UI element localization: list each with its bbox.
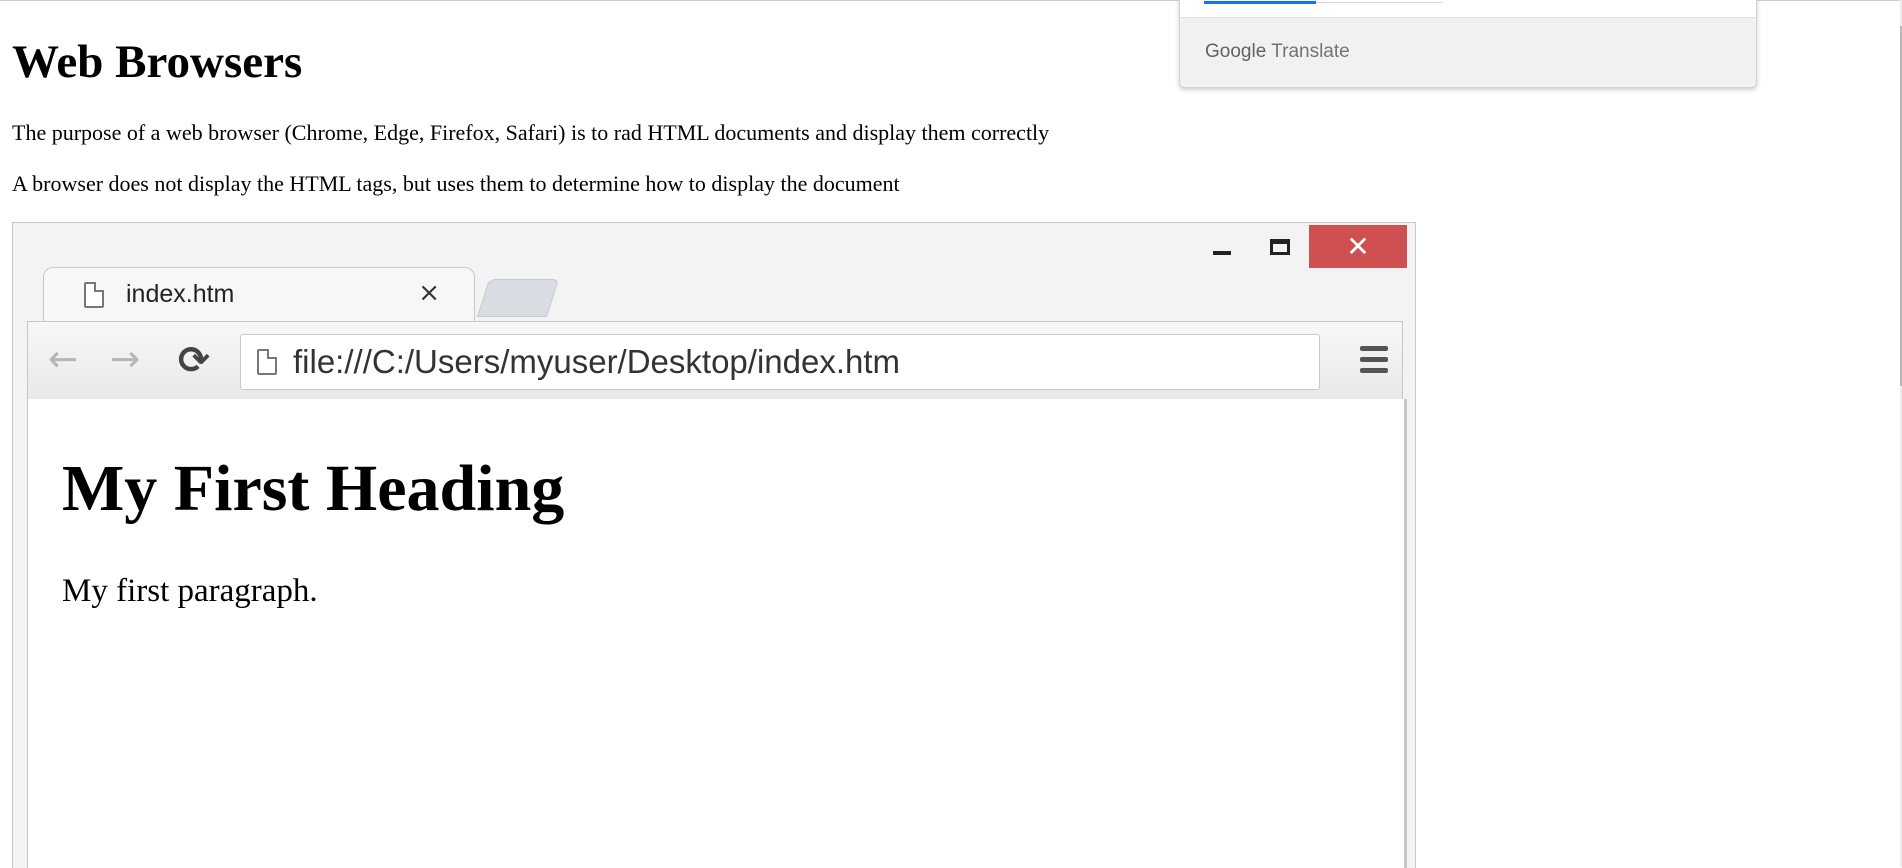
tab-close-icon: × — [418, 278, 440, 308]
translate-tabs — [1180, 0, 1756, 18]
brand-translate: Translate — [1271, 41, 1350, 62]
browser-tab: index.htm × — [43, 267, 475, 324]
forward-arrow-icon: → — [110, 339, 141, 380]
google-translate-widget[interactable]: Google Translate — [1179, 0, 1757, 88]
new-tab-button — [476, 279, 560, 317]
intro-paragraph: The purpose of a web browser (Chrome, Ed… — [12, 120, 1050, 145]
maximize-icon — [1251, 225, 1309, 268]
tab-label: index.htm — [126, 280, 235, 308]
browser-illustration: ✕ index.htm × ← → ⟳ file:///C:/Users/myu… — [12, 222, 1416, 868]
menu-icon — [1360, 346, 1388, 379]
reload-icon: ⟳ — [178, 338, 210, 382]
page-title: Web Browsers — [12, 36, 303, 88]
back-arrow-icon: ← — [48, 339, 79, 380]
brand-google: Google — [1205, 41, 1267, 62]
content-paragraph: My first paragraph. — [62, 573, 318, 609]
window-controls: ✕ — [1193, 225, 1407, 268]
translate-tab-inactive[interactable] — [1316, 2, 1442, 3]
browser-toolbar: ← → ⟳ file:///C:/Users/myuser/Desktop/in… — [27, 321, 1403, 401]
minimize-icon — [1193, 225, 1251, 268]
translate-tab-active[interactable] — [1204, 1, 1316, 4]
browser-viewport: My First Heading My first paragraph. — [27, 399, 1407, 868]
description-paragraph: A browser does not display the HTML tags… — [12, 171, 900, 196]
content-heading: My First Heading — [62, 452, 565, 525]
address-bar: file:///C:/Users/myuser/Desktop/index.ht… — [240, 334, 1320, 390]
address-url: file:///C:/Users/myuser/Desktop/index.ht… — [293, 343, 901, 380]
document-icon — [84, 282, 104, 308]
close-icon: ✕ — [1309, 225, 1407, 268]
document-icon — [257, 349, 277, 375]
google-translate-brand[interactable]: Google Translate — [1205, 41, 1350, 63]
